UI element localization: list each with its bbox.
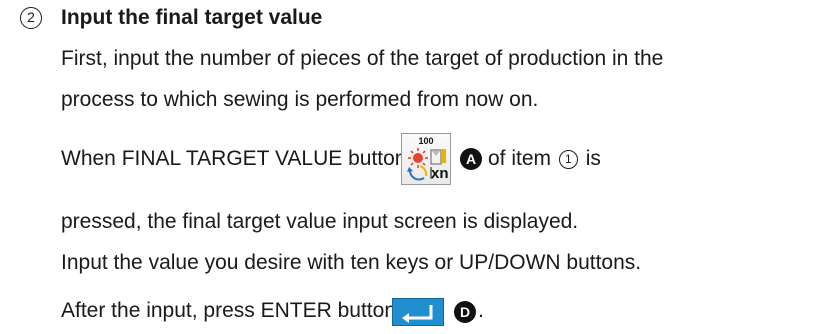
item-number-marker: 1	[558, 150, 578, 169]
paragraph-line-5: Input the value you desire with ten keys…	[61, 251, 642, 274]
badge-a: A	[460, 148, 482, 170]
paragraph-line-2: process to which sewing is performed fro…	[61, 88, 539, 111]
badge-d: D	[454, 301, 476, 323]
line3-text-before: When FINAL TARGET VALUE button	[61, 147, 407, 170]
is-text: is	[585, 147, 601, 170]
step-marker: 2	[20, 7, 42, 29]
paragraph-line-1: First, input the number of pieces of the…	[61, 47, 664, 70]
enter-return-icon	[402, 305, 433, 323]
enter-button[interactable]	[392, 298, 444, 326]
multiplier-label: xn	[431, 165, 449, 182]
final-target-value-button[interactable]: 100 xn	[401, 133, 451, 185]
line3-text-after: of item 1 is	[488, 146, 601, 172]
section-title: Input the final target value	[61, 6, 323, 29]
paragraph-line-4: pressed, the final target value input sc…	[61, 210, 579, 233]
line6-period: .	[478, 299, 484, 322]
paragraph-line-6: After the input, press ENTER button	[61, 298, 396, 324]
line6-text-before: After the input, press ENTER button	[61, 299, 396, 322]
paragraph-line-3: When FINAL TARGET VALUE button	[61, 146, 406, 172]
of-item-text: of item	[488, 147, 552, 170]
